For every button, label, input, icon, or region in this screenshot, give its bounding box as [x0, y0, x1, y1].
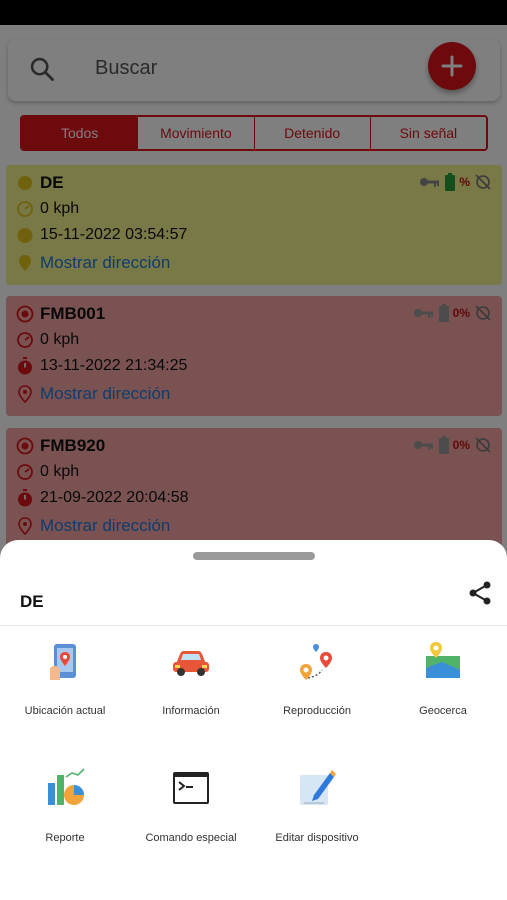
report-chart-icon: [48, 768, 85, 805]
action-reproduccion[interactable]: Reproducción: [254, 640, 380, 717]
action-label: Comando especial: [145, 832, 237, 844]
geofence-map-icon: [426, 642, 460, 678]
action-label: Editar dispositivo: [275, 832, 359, 844]
share-icon[interactable]: [468, 580, 492, 606]
car-info-icon: [173, 651, 209, 676]
action-label: Reporte: [45, 832, 85, 844]
current-location-icon: [50, 644, 76, 680]
terminal-command-icon: [173, 772, 209, 804]
route-playback-icon: [300, 644, 332, 680]
sheet-drag-handle[interactable]: [193, 552, 315, 560]
device-actions-sheet: DE Ubicación actual Información Reproduc…: [0, 540, 507, 900]
action-comando-especial[interactable]: Comando especial: [128, 767, 254, 844]
system-status-bar: [0, 0, 507, 25]
sheet-title: DE: [20, 592, 44, 611]
action-label: Ubicación actual: [24, 705, 106, 717]
action-ubicacion-actual[interactable]: Ubicación actual: [2, 640, 128, 717]
action-label: Información: [162, 705, 220, 717]
action-label: Geocerca: [419, 705, 467, 717]
action-informacion[interactable]: Información: [128, 640, 254, 717]
sheet-divider: [0, 625, 507, 626]
action-reporte[interactable]: Reporte: [2, 767, 128, 844]
action-label: Reproducción: [283, 705, 351, 717]
device-list-screen: Buscar Todos Movimiento Detenido Sin señ…: [0, 25, 507, 900]
action-editar-dispositivo[interactable]: Editar dispositivo: [254, 767, 380, 844]
edit-device-icon: [300, 770, 336, 805]
action-geocerca[interactable]: Geocerca: [380, 640, 506, 717]
